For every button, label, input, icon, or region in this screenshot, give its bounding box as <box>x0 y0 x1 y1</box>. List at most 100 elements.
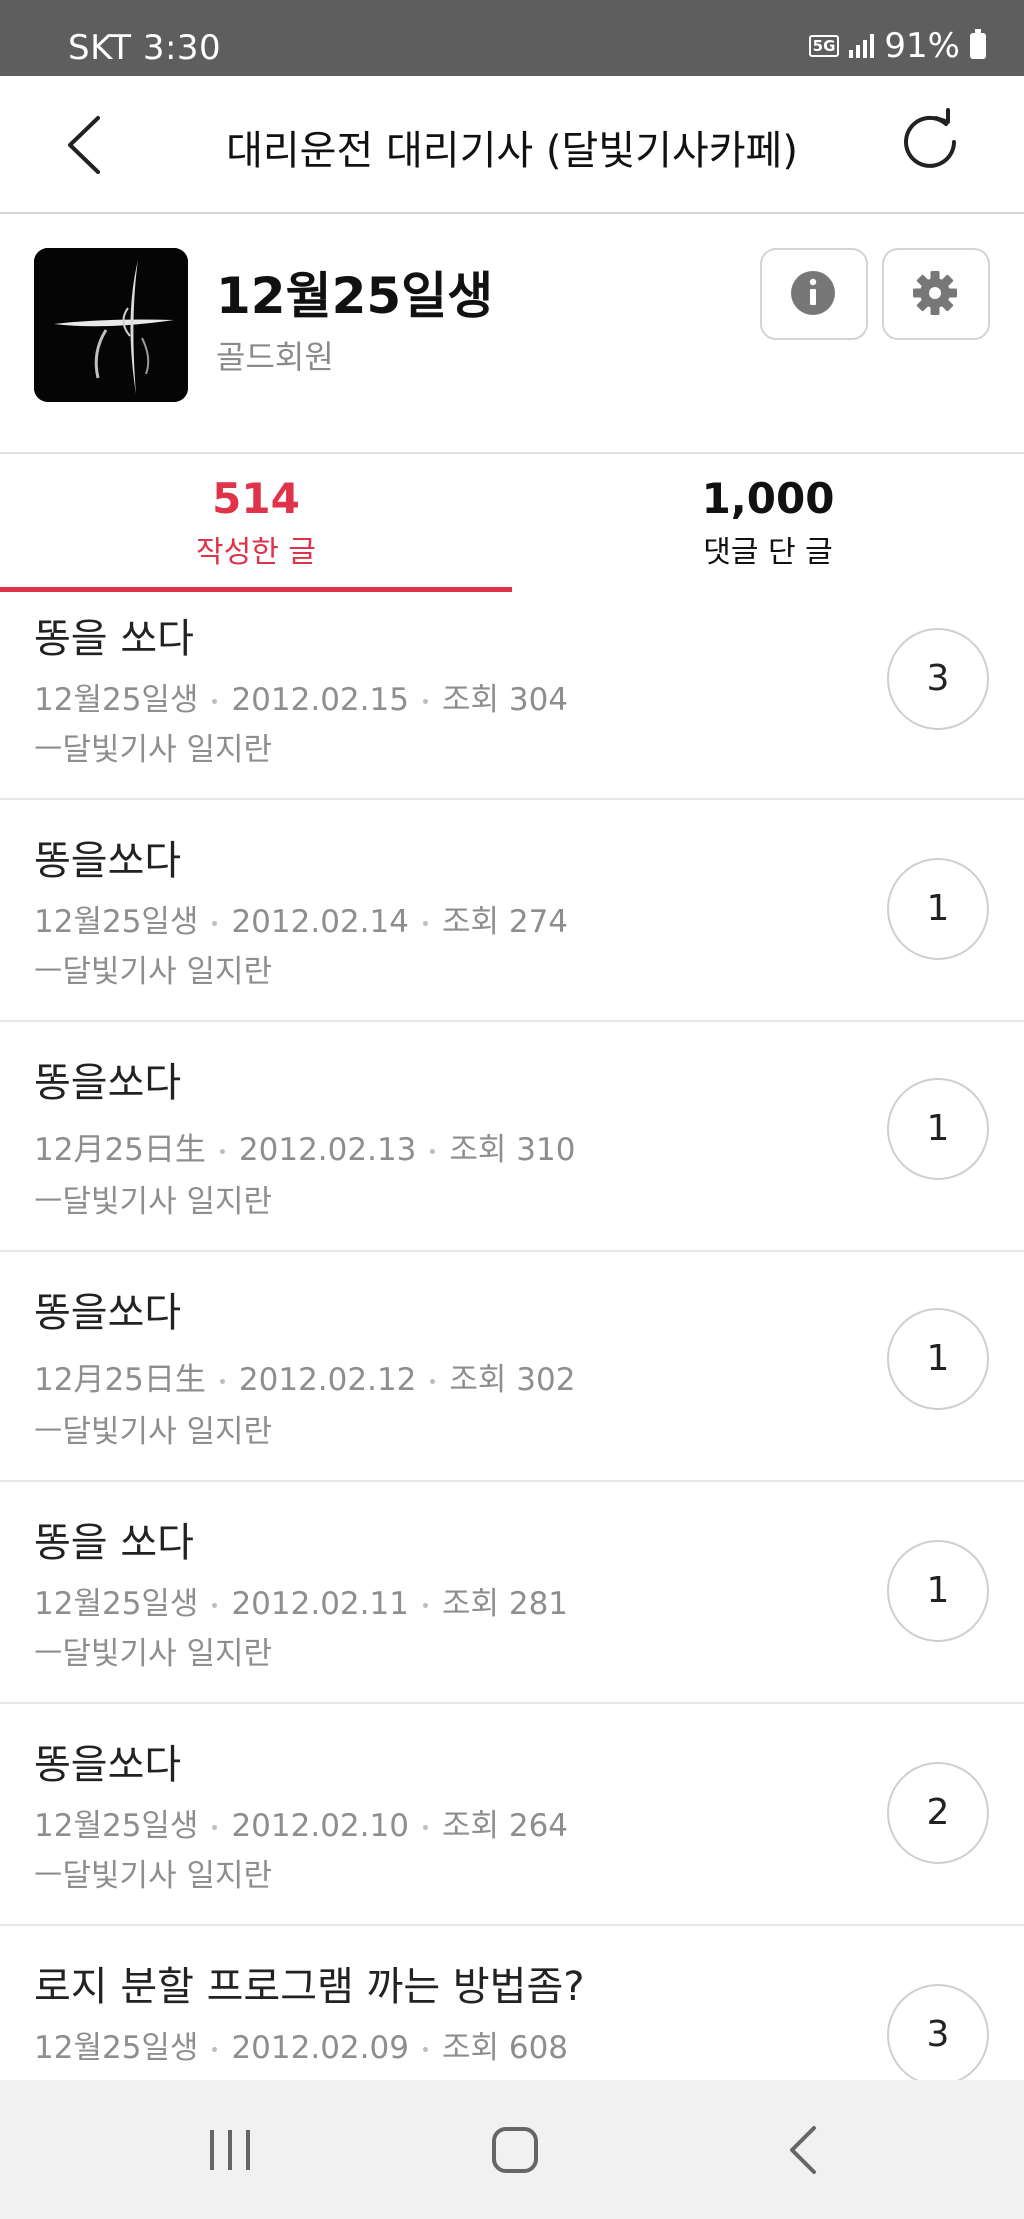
commented-posts-label: 댓글 단 글 <box>703 535 833 570</box>
post-meta: 12月25日生 2012.02.12 조회 302 <box>34 1354 575 1399</box>
post-meta: 12월25일생 2012.02.15 조회 304 <box>34 674 568 719</box>
post-author: 12월25일생 <box>34 1808 199 1844</box>
post-title: 똥을쏘다 <box>34 1742 182 1788</box>
comment-count: 3 <box>887 1984 989 2086</box>
info-icon <box>791 271 835 315</box>
separator-dot <box>212 921 218 926</box>
cafe-title: 대리운전 대리기사 (달빛기사카페) <box>226 128 798 174</box>
post-title: 똥을쏘다 <box>34 1290 182 1336</box>
post-date: 2012.02.10 <box>231 1808 409 1844</box>
post-board: ㅡ달빛기사 일지란 <box>34 1858 273 1894</box>
post-meta: 12월25일생 2012.02.14 조회 274 <box>34 896 568 941</box>
comment-count: 1 <box>887 1540 989 1642</box>
post-meta: 12월25일생 2012.02.09 조회 608 <box>34 2022 568 2067</box>
comment-count: 1 <box>887 1078 989 1180</box>
post-author: 12월25일생 <box>34 682 199 718</box>
gear-icon <box>913 271 957 315</box>
post-date: 2012.02.11 <box>231 1586 409 1622</box>
comment-count: 1 <box>887 858 989 960</box>
member-grade: 골드회원 <box>216 338 334 376</box>
separator-dot <box>212 699 218 704</box>
network-5g-icon: 5G <box>808 35 840 57</box>
info-button[interactable] <box>760 248 868 340</box>
post-views: 조회 281 <box>441 1586 569 1622</box>
status-carrier-time: SKT 3:30 <box>68 28 222 68</box>
list-item[interactable]: 똥을 쏘다 12월25일생 2012.02.11 조회 281 ㅡ달빛기사 일지란 … <box>0 1482 1024 1704</box>
post-meta: 12月25日生 2012.02.13 조회 310 <box>34 1124 575 1169</box>
comment-count: 2 <box>887 1762 989 1864</box>
chevron-left-icon <box>68 116 100 174</box>
profile-nickname: 12월25일생 <box>216 267 494 325</box>
battery-percent: 91% <box>884 26 960 66</box>
list-item[interactable]: 똥을 쏘다 12월25일생 2012.02.15 조회 304 ㅡ달빛기사 일지란 … <box>0 592 1024 800</box>
post-date: 2012.02.09 <box>231 2030 409 2066</box>
signal-icon <box>849 34 875 58</box>
post-meta: 12월25일생 2012.02.11 조회 281 <box>34 1578 568 1623</box>
separator-dot <box>219 1379 225 1384</box>
separator-dot <box>212 1825 218 1830</box>
avatar-image <box>34 248 188 402</box>
post-author: 12月25日生 <box>34 1362 206 1398</box>
comment-count: 3 <box>887 628 989 730</box>
post-list: 똥을 쏘다 12월25일생 2012.02.15 조회 304 ㅡ달빛기사 일지란 … <box>0 592 1024 2146</box>
post-date: 2012.02.15 <box>231 682 409 718</box>
recent-apps-button[interactable] <box>195 2120 265 2180</box>
post-meta: 12월25일생 2012.02.10 조회 264 <box>34 1800 568 1845</box>
system-back-button[interactable] <box>770 2120 840 2180</box>
post-author: 12월25일생 <box>34 904 199 940</box>
separator-dot <box>422 1603 428 1608</box>
separator-dot <box>422 921 428 926</box>
post-board: ㅡ달빛기사 일지란 <box>34 1636 273 1672</box>
post-views: 조회 304 <box>441 682 569 718</box>
refresh-icon <box>904 108 956 168</box>
separator-dot <box>422 699 428 704</box>
post-title: 똥을쏘다 <box>34 838 182 884</box>
tab-written-posts[interactable]: 514 작성한 글 <box>0 454 512 592</box>
separator-dot <box>430 1149 436 1154</box>
post-views: 조회 274 <box>441 904 569 940</box>
recent-apps-icon <box>210 2130 250 2170</box>
commented-posts-count: 1,000 <box>701 474 835 523</box>
post-title: 똥을쏘다 <box>34 1060 182 1106</box>
separator-dot <box>212 2047 218 2052</box>
back-button[interactable] <box>56 112 116 178</box>
comment-count: 1 <box>887 1308 989 1410</box>
app-header: 대리운전 대리기사 (달빛기사카페) <box>0 76 1024 214</box>
status-bar: SKT 3:30 5G 91% <box>0 0 1024 76</box>
tab-commented-posts[interactable]: 1,000 댓글 단 글 <box>512 454 1024 590</box>
separator-dot <box>422 1825 428 1830</box>
post-date: 2012.02.12 <box>238 1362 417 1398</box>
refresh-button[interactable] <box>892 104 968 180</box>
profile-tabs: 514 작성한 글 1,000 댓글 단 글 <box>0 452 1024 594</box>
post-views: 조회 608 <box>441 2030 569 2066</box>
post-author: 12월25일생 <box>34 2030 199 2066</box>
post-board: ㅡ달빛기사 일지란 <box>34 732 273 768</box>
separator-dot <box>422 2047 428 2052</box>
post-board: ㅡ달빛기사 일지란 <box>34 1414 273 1450</box>
separator-dot <box>430 1379 436 1384</box>
post-board: ㅡ달빛기사 일지란 <box>34 1184 273 1220</box>
post-views: 조회 310 <box>449 1132 576 1168</box>
home-icon <box>492 2127 538 2173</box>
separator-dot <box>212 1603 218 1608</box>
list-item[interactable]: 똥을쏘다 12월25일생 2012.02.14 조회 274 ㅡ달빛기사 일지란 1 <box>0 800 1024 1022</box>
post-title: 로지 분할 프로그램 까는 방법좀? <box>34 1964 585 2010</box>
avatar[interactable] <box>34 248 188 402</box>
status-indicators: 5G 91% <box>808 26 986 66</box>
settings-button[interactable] <box>882 248 990 340</box>
list-item[interactable]: 똥을쏘다 12월25일생 2012.02.10 조회 264 ㅡ달빛기사 일지란 2 <box>0 1704 1024 1926</box>
profile-section: 12월25일생 골드회원 <box>0 214 1024 452</box>
post-date: 2012.02.13 <box>238 1132 417 1168</box>
written-posts-label: 작성한 글 <box>196 535 316 570</box>
post-author: 12月25日生 <box>34 1132 206 1168</box>
battery-icon <box>970 29 986 59</box>
list-item[interactable]: 똥을쏘다 12月25日生 2012.02.12 조회 302 ㅡ달빛기사 일지란 1 <box>0 1252 1024 1482</box>
post-views: 조회 264 <box>441 1808 569 1844</box>
back-icon <box>790 2126 816 2174</box>
system-nav-bar <box>0 2080 1024 2219</box>
list-item[interactable]: 똥을쏘다 12月25日生 2012.02.13 조회 310 ㅡ달빛기사 일지란 1 <box>0 1022 1024 1252</box>
written-posts-count: 514 <box>212 474 300 523</box>
post-title: 똥을 쏘다 <box>34 616 194 662</box>
post-title: 똥을 쏘다 <box>34 1520 194 1566</box>
home-button[interactable] <box>480 2120 550 2180</box>
